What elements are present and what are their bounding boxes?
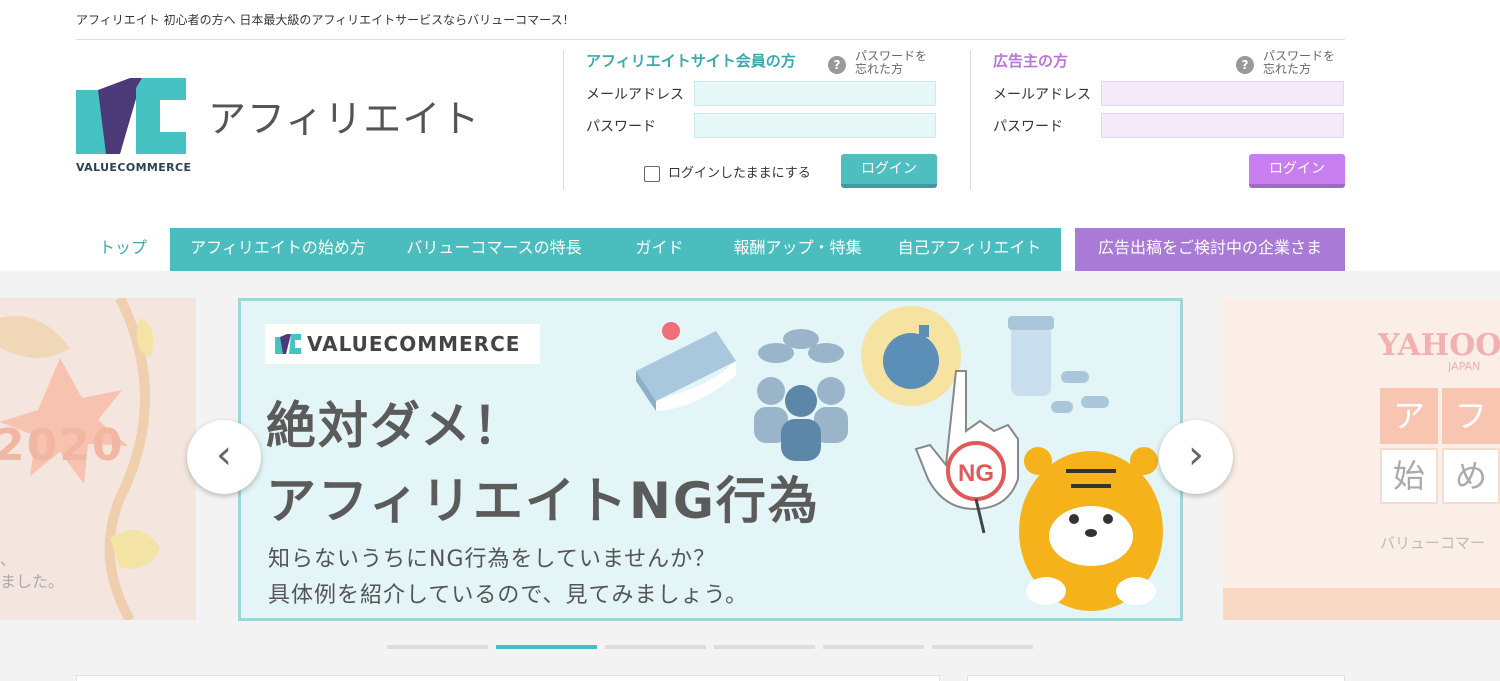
affiliate-login-form: アフィリエイトサイト会員の方 ? パスワードを忘れた方 メールアドレス パスワー…: [563, 50, 937, 190]
tiger-mascot-icon: [1019, 447, 1163, 611]
checkbox-icon[interactable]: [644, 165, 660, 182]
affiliate-email-input[interactable]: [694, 81, 936, 106]
advertiser-password-label: パスワード: [993, 119, 1063, 135]
carousel-prev-button[interactable]: ‹: [187, 420, 261, 494]
logo-title: アフィリエイト: [208, 97, 481, 141]
affiliate-login-title: アフィリエイトサイト会員の方: [586, 52, 796, 70]
advertiser-login-button[interactable]: ログイン: [1249, 154, 1345, 188]
affiliate-password-input[interactable]: [694, 113, 936, 138]
carousel-slide-next[interactable]: YAHOO! JAPAN ア フ 始 め バリューコマー: [1223, 298, 1500, 620]
carousel-dot-active[interactable]: [496, 645, 597, 649]
slide-right-caption: バリューコマー: [1380, 534, 1486, 552]
slide-right-brand: YAHOO!: [1378, 328, 1500, 363]
slide-right-footer-band: [1223, 588, 1500, 620]
advertiser-password-input[interactable]: [1101, 113, 1344, 138]
help-icon: ?: [828, 56, 846, 74]
carousel-dot[interactable]: [387, 645, 488, 649]
slide-badge: VALUECOMMERCE: [265, 324, 540, 364]
slide-right-tile-3: 始: [1380, 448, 1438, 504]
nav-item-getting-started[interactable]: アフィリエイトの始め方: [170, 228, 386, 271]
cake-icon: [636, 322, 736, 411]
slide-right-brand-sub: JAPAN: [1448, 360, 1481, 373]
advertiser-login-form: 広告主の方 ? パスワードを忘れた方 メールアドレス パスワード ログイン: [970, 50, 1345, 190]
slide-left-text-2: ました。: [0, 572, 65, 591]
content-panel-right: [967, 675, 1345, 681]
ng-illustration: NG: [636, 306, 1163, 611]
affiliate-email-label: メールアドレス: [586, 87, 684, 103]
slide-left-year: 2020: [0, 420, 125, 471]
nav-item-guide[interactable]: ガイド: [602, 228, 717, 271]
top-info-text: アフィリエイト 初心者の方へ 日本最大級のアフィリエイトサービスならバリューコマ…: [76, 13, 575, 27]
carousel-dot[interactable]: [823, 645, 924, 649]
site-logo[interactable]: VALUECOMMERCE アフィリエイト: [76, 78, 496, 178]
content-panel-left: [76, 675, 940, 681]
nav-item-top[interactable]: トップ: [76, 228, 170, 271]
advertiser-email-input[interactable]: [1101, 81, 1344, 106]
carousel-dot[interactable]: [714, 645, 815, 649]
carousel-pagination: [387, 645, 1037, 651]
top-info-bar: アフィリエイト 初心者の方へ 日本最大級のアフィリエイトサービスならバリューコマ…: [76, 10, 1345, 40]
advertiser-login-title: 広告主の方: [993, 52, 1069, 70]
slide-right-tile-1: ア: [1380, 388, 1438, 444]
affiliate-password-label: パスワード: [586, 119, 656, 135]
main-nav: トップ アフィリエイトの始め方 バリューコマースの特長 ガイド 報酬アップ・特集…: [76, 228, 1345, 271]
medicine-icon: [1008, 316, 1109, 413]
valuecommerce-logo-icon: [76, 78, 186, 154]
bomb-icon: [861, 306, 961, 406]
carousel-dot[interactable]: [605, 645, 706, 649]
slide-headline-1: 絶対ダメ！: [266, 397, 525, 455]
nav-item-features[interactable]: バリューコマースの特長: [386, 228, 602, 271]
slide-right-tile-2: フ: [1442, 388, 1500, 444]
keep-logged-in-label: ログインしたままにする: [668, 166, 811, 181]
nav-advertiser-cta[interactable]: 広告出稿をご検討中の企業さま: [1075, 228, 1345, 271]
slide-left-text-1: 、: [0, 550, 17, 569]
carousel-next-button[interactable]: ›: [1159, 420, 1233, 494]
slide-right-tile-4: め: [1442, 448, 1500, 504]
ng-sign-text: NG: [958, 460, 994, 487]
advertiser-forgot-password-link[interactable]: ? パスワードを忘れた方: [1236, 50, 1345, 76]
slide-badge-text: VALUECOMMERCE: [307, 332, 521, 356]
carousel-dot[interactable]: [932, 645, 1033, 649]
carousel-slide-previous[interactable]: 2020 、 ました。: [0, 298, 196, 620]
carousel-slide-current[interactable]: VALUECOMMERCE 絶対ダメ！ アフィリエイトNG行為 知らないうちにN…: [238, 298, 1183, 621]
crowd-icon: [754, 329, 848, 461]
advertiser-email-label: メールアドレス: [993, 87, 1091, 103]
affiliate-forgot-password-link[interactable]: ? パスワードを忘れた方: [828, 50, 937, 76]
keep-logged-in-checkbox[interactable]: ログインしたままにする: [644, 162, 811, 182]
nav-item-self-affiliate[interactable]: 自己アフィリエイト: [878, 228, 1061, 271]
affiliate-login-button[interactable]: ログイン: [841, 154, 937, 188]
ng-sign-icon: NG: [946, 441, 1006, 534]
nav-item-reward-up[interactable]: 報酬アップ・特集: [717, 228, 878, 271]
valuecommerce-small-logo-icon: [275, 334, 301, 354]
logo-brand-text: VALUECOMMERCE: [76, 161, 192, 174]
help-icon: ?: [1236, 56, 1254, 74]
